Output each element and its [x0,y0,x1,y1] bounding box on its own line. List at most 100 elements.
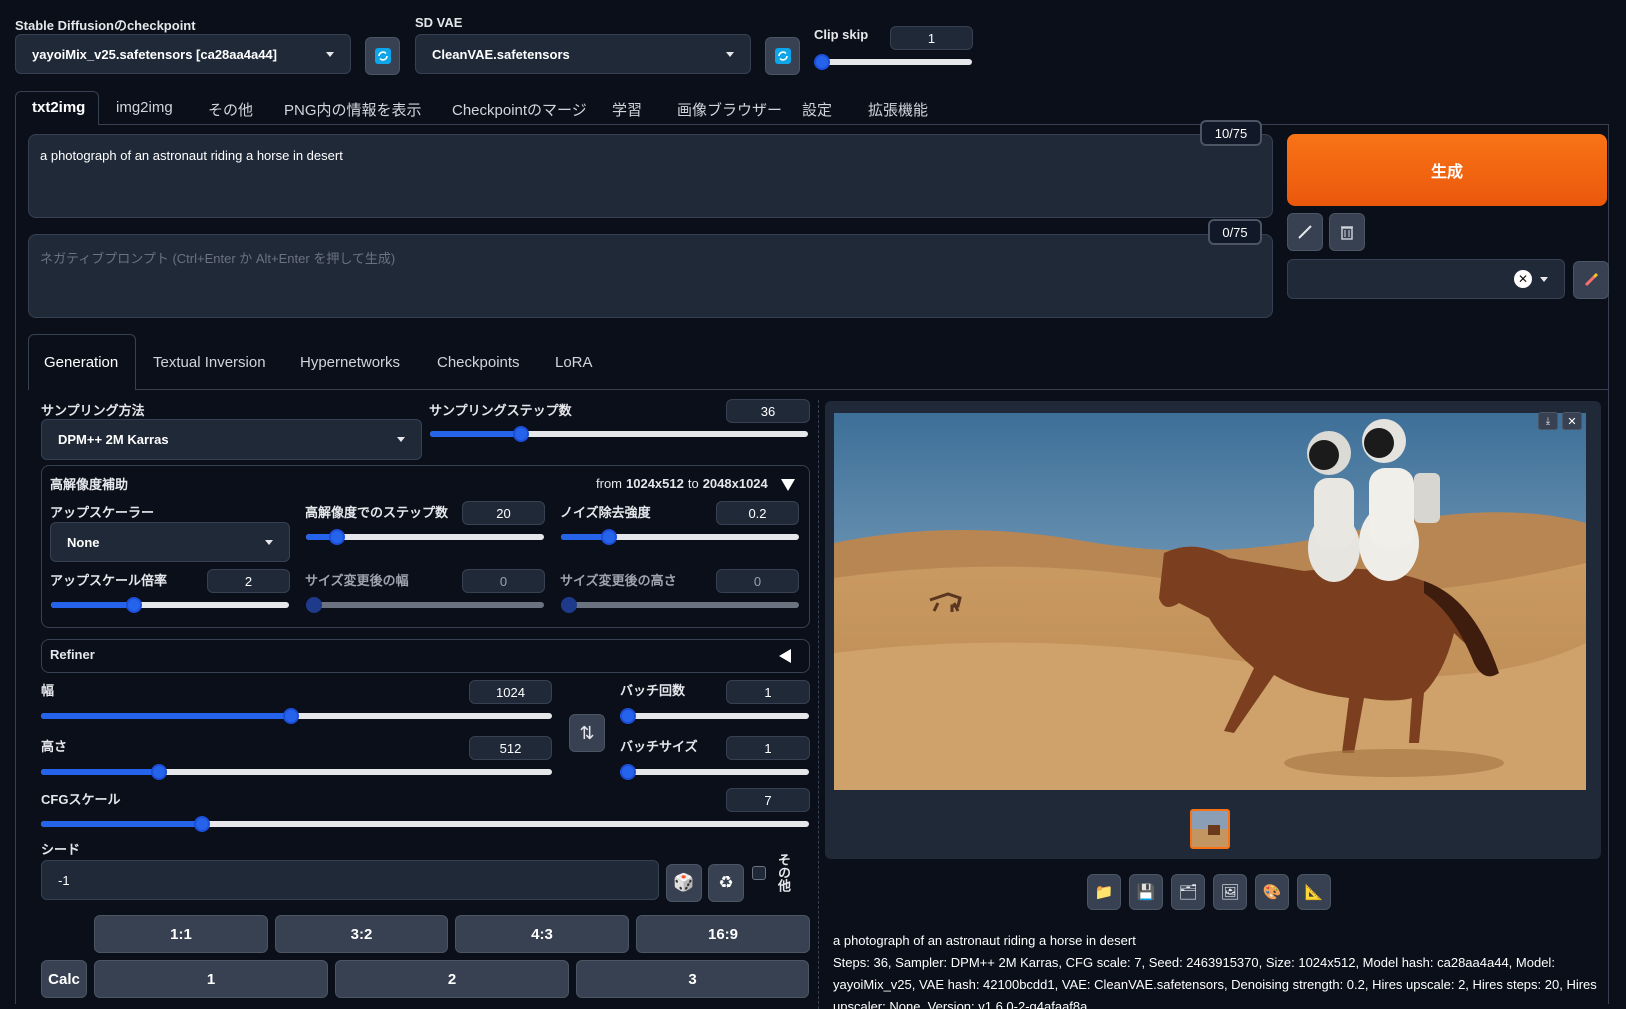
sampling-method-dropdown[interactable]: DPM++ 2M Karras [41,419,422,460]
tab-extensions[interactable]: 拡張機能 [868,99,928,120]
width-slider[interactable] [41,708,552,724]
tab-textual-inversion[interactable]: Textual Inversion [153,354,266,371]
seed-input[interactable]: -1 [41,860,659,900]
tab-train[interactable]: 学習 [612,99,642,120]
batch-size-label: バッチサイズ [620,739,698,754]
picture-icon: 🖼 [1220,884,1240,901]
clear-prompt-button[interactable] [1329,213,1365,251]
height-slider[interactable] [41,764,552,780]
negative-prompt-placeholder: ネガティブプロンプト (Ctrl+Enter か Alt+Enter を押して生… [40,251,396,266]
resize-height-slider[interactable] [561,597,799,613]
tab-checkpoint-merger[interactable]: Checkpointのマージ [452,99,587,120]
subtabs-divider [136,389,1608,390]
tab-generation[interactable]: Generation [44,354,118,371]
ratio-3-2-button[interactable]: 3:2 [275,915,448,953]
download-icon[interactable]: ⤓ [1538,412,1558,430]
cfg-input[interactable]: 7 [726,788,810,812]
refresh-checkpoint-button[interactable] [365,37,400,75]
upscaler-dropdown[interactable]: None [50,522,290,562]
random-seed-button[interactable]: 🎲 [666,864,702,902]
denoise-input[interactable]: 0.2 [716,501,799,525]
calc-button[interactable]: Calc [41,960,87,998]
negative-prompt-textarea[interactable]: ネガティブプロンプト (Ctrl+Enter か Alt+Enter を押して生… [28,234,1273,318]
send-to-extras-button[interactable]: 📐 [1297,874,1331,910]
refresh-vae-button[interactable] [765,37,800,75]
prompt-textarea[interactable]: a photograph of an astronaut riding a ho… [28,134,1273,218]
tab-img2img[interactable]: img2img [116,99,173,116]
chevron-down-icon [265,539,273,545]
resize-height-input[interactable]: 0 [716,569,799,593]
hires-from-size: 1024x512 [626,476,684,491]
sampling-steps-input[interactable]: 36 [726,399,810,423]
ratio-1-1-button[interactable]: 1:1 [94,915,268,953]
batch-size-input[interactable]: 1 [726,736,810,760]
tab-image-browser[interactable]: 画像ブラウザー [677,99,782,120]
gallery-thumbnail[interactable] [1190,809,1230,849]
styles-dropdown[interactable]: ✕ [1287,259,1565,299]
ratio-4-3-button[interactable]: 4:3 [455,915,629,953]
open-folder-button[interactable]: 📁 [1087,874,1121,910]
upscaler-label: アップスケーラー [50,505,155,520]
multiplier-3-button[interactable]: 3 [576,960,809,998]
reuse-seed-button[interactable]: ♻ [708,864,744,902]
batch-size-slider[interactable] [620,764,809,780]
tab-png-info[interactable]: PNG内の情報を表示 [284,99,422,120]
clipskip-slider[interactable] [814,54,972,70]
send-to-inpaint-button[interactable]: 🎨 [1255,874,1289,910]
batch-count-label: バッチ回数 [620,683,686,698]
expand-triangle-icon[interactable] [778,648,792,664]
edit-styles-button[interactable] [1573,261,1609,299]
tab-hypernetworks[interactable]: Hypernetworks [300,354,400,371]
extra-seed-checkbox[interactable] [752,866,766,880]
refresh-icon [774,48,791,64]
close-icon[interactable]: ✕ [1562,412,1582,430]
panel-left-border [15,124,16,1004]
clipskip-input[interactable]: 1 [890,26,973,50]
ratio-16-9-button[interactable]: 16:9 [636,915,810,953]
checkpoint-dropdown[interactable]: yayoiMix_v25.safetensors [ca28aa4a44] [15,34,351,74]
send-to-img2img-button[interactable]: 🖼 [1213,874,1247,910]
read-params-button[interactable] [1287,213,1323,251]
tab-checkpoints[interactable]: Checkpoints [437,354,520,371]
vae-dropdown[interactable]: CleanVAE.safetensors [415,34,751,74]
multiplier-2-button[interactable]: 2 [335,960,569,998]
tabs-divider [99,124,1609,125]
triangle-ruler-icon: 📐 [1304,884,1324,901]
generated-image[interactable] [834,413,1586,790]
resize-width-input[interactable]: 0 [462,569,545,593]
collapse-triangle-icon[interactable] [780,478,796,492]
output-params: Steps: 36, Sampler: DPM++ 2M Karras, CFG… [833,955,1597,1009]
clear-icon[interactable]: ✕ [1514,270,1532,288]
recycle-icon: ♻ [718,873,734,892]
sampling-steps-slider[interactable] [430,426,808,442]
denoise-slider[interactable] [561,529,799,545]
hires-title[interactable]: 高解像度補助 [50,474,128,493]
height-input[interactable]: 512 [469,736,552,760]
upscale-by-input[interactable]: 2 [207,569,290,593]
archive-icon: 🗂 [1178,884,1198,901]
refiner-panel[interactable] [41,639,810,673]
hires-steps-input[interactable]: 20 [462,501,545,525]
resize-height-label: サイズ変更後の高さ [560,573,677,588]
tab-txt2img[interactable]: txt2img [32,99,85,116]
tab-settings[interactable]: 設定 [802,99,832,120]
upscale-by-slider[interactable] [51,597,289,613]
cfg-slider[interactable] [41,816,809,832]
save-button[interactable]: 💾 [1129,874,1163,910]
hires-steps-slider[interactable] [306,529,544,545]
floppy-disk-icon: 💾 [1136,884,1156,901]
batch-count-slider[interactable] [620,708,809,724]
multiplier-1-button[interactable]: 1 [94,960,328,998]
tab-extras[interactable]: その他 [208,99,253,120]
resize-width-label: サイズ変更後の幅 [305,573,409,588]
extra-seed-label: その他 [776,853,791,892]
batch-count-input[interactable]: 1 [726,680,810,704]
width-input[interactable]: 1024 [469,680,552,704]
swap-dimensions-button[interactable]: ⇅ [569,714,605,752]
tab-lora[interactable]: LoRA [555,354,593,371]
generate-button[interactable]: 生成 [1287,134,1607,206]
output-caption: a photograph of an astronaut riding a ho… [833,933,1136,948]
zip-button[interactable]: 🗂 [1171,874,1205,910]
palette-icon: 🎨 [1262,884,1282,901]
resize-width-slider[interactable] [306,597,544,613]
